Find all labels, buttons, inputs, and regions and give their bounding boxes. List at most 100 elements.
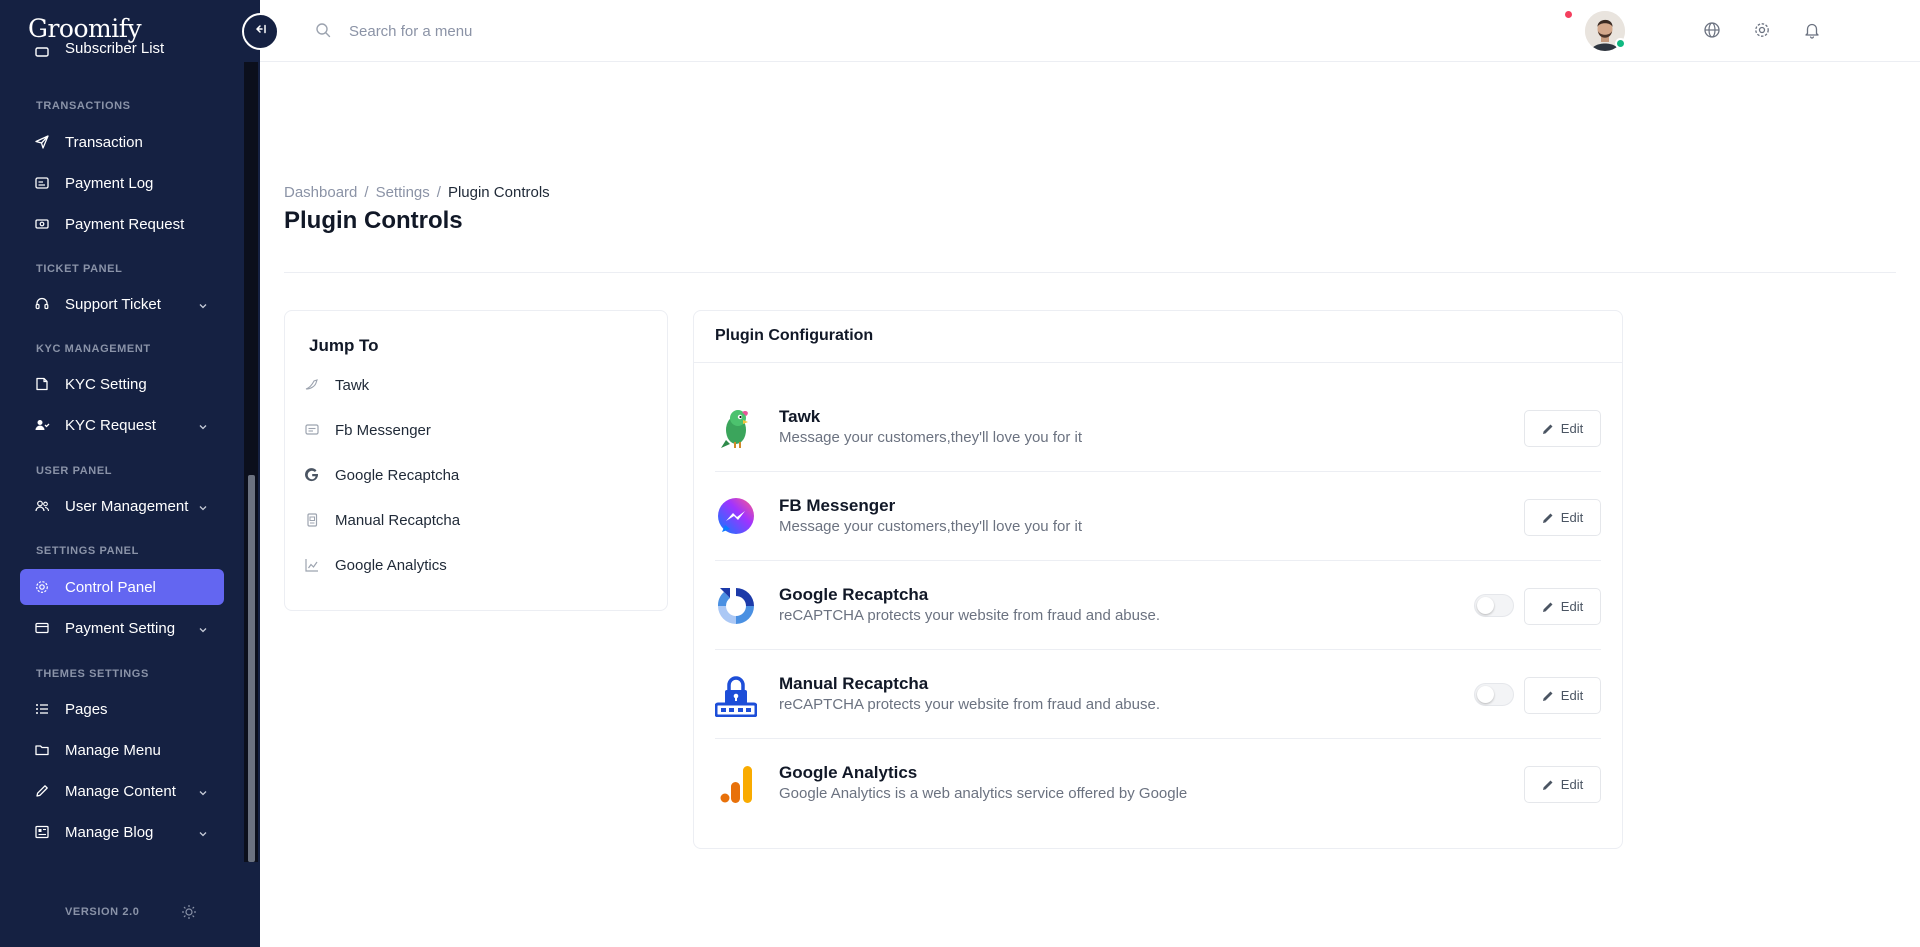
headset-icon — [32, 294, 52, 314]
sidebar-item-label: Manage Blog — [65, 823, 154, 841]
sidebar-item-payment-setting[interactable]: Payment Setting — [20, 610, 224, 646]
sidebar-item-kyc-setting[interactable]: KYC Setting — [20, 366, 224, 402]
sidebar-item-transaction[interactable]: Transaction — [20, 124, 224, 160]
jump-link-label: Fb Messenger — [335, 421, 431, 439]
collapse-sidebar-icon — [254, 22, 268, 41]
sidebar-item-label: Payment Setting — [65, 619, 176, 637]
plugin-card-header: Plugin Configuration — [694, 311, 1622, 363]
sidebar-item-label: Support Ticket — [65, 295, 161, 313]
edit-button-manual-recaptcha[interactable]: Edit — [1524, 677, 1601, 714]
section-label-ticket-panel: TICKET PANEL — [36, 263, 123, 275]
document-icon — [32, 374, 52, 394]
cash-icon — [32, 214, 52, 234]
section-label-kyc-management: KYC MANAGEMENT — [36, 343, 151, 355]
breadcrumb-settings[interactable]: Settings — [376, 184, 430, 201]
toggle-manual-recaptcha[interactable] — [1474, 683, 1514, 706]
pencil-icon — [1542, 602, 1553, 612]
sidebar-item-control-panel[interactable]: Control Panel — [20, 569, 224, 605]
sidebar-item-label: Manage Content — [65, 782, 176, 800]
sidebar-item-manage-menu[interactable]: Manage Menu — [20, 732, 224, 768]
file-icon — [303, 511, 321, 529]
bell-icon[interactable] — [1803, 21, 1821, 44]
sidebar-item-label: User Management — [65, 497, 189, 515]
edit-button-google-analytics[interactable]: Edit — [1524, 766, 1601, 803]
plugin-description: reCAPTCHA protects your website from fra… — [779, 607, 1161, 624]
plugin-name: FB Messenger — [779, 496, 896, 515]
chevron-down-icon — [198, 500, 208, 517]
plugin-row-manual-recaptcha: Manual Recaptcha reCAPTCHA protects your… — [715, 650, 1601, 739]
users-icon — [32, 42, 52, 62]
sidebar-item-manage-content[interactable]: Manage Content — [20, 773, 224, 809]
plugin-description: Google Analytics is a web analytics serv… — [779, 785, 1188, 802]
sidebar-item-label: KYC Request — [65, 416, 156, 434]
sidebar-item-label: Control Panel — [65, 578, 156, 596]
jump-link-manual-recaptcha[interactable]: Manual Recaptcha — [303, 508, 460, 532]
send-icon — [32, 132, 52, 152]
breadcrumb: Dashboard / Settings / Plugin Controls — [284, 184, 550, 201]
app-logo[interactable]: Groomify — [28, 14, 142, 43]
plugin-row-google-recaptcha: Google Recaptcha reCAPTCHA protects your… — [715, 561, 1601, 650]
messenger-logo-icon — [715, 494, 757, 540]
plugin-row-fb-messenger: FB Messenger Message your customers,they… — [715, 472, 1601, 561]
section-label-transactions: TRANSACTIONS — [36, 100, 131, 112]
edit-label: Edit — [1560, 777, 1584, 792]
edit-label: Edit — [1560, 510, 1584, 525]
sidebar-item-user-management[interactable]: User Management — [20, 488, 224, 524]
jump-link-fb-messenger[interactable]: Fb Messenger — [303, 418, 431, 442]
plugin-row-tawk: Tawk Message your customers,they'll love… — [715, 383, 1601, 472]
receipt-icon — [32, 173, 52, 193]
sidebar-item-support-ticket[interactable]: Support Ticket — [20, 286, 224, 322]
notification-badge — [1565, 11, 1572, 18]
edit-button-fb-messenger[interactable]: Edit — [1524, 499, 1601, 536]
pencil-icon — [1542, 424, 1553, 434]
lock-password-icon — [715, 672, 757, 718]
jump-to-title: Jump To — [309, 336, 379, 355]
toggle-google-recaptcha[interactable] — [1474, 594, 1514, 617]
jump-link-label: Tawk — [335, 376, 370, 394]
toggle-knob — [1477, 686, 1494, 703]
breadcrumb-dashboard[interactable]: Dashboard — [284, 184, 357, 201]
section-label-settings-panel: SETTINGS PANEL — [36, 545, 139, 557]
plugin-row-google-analytics: Google Analytics Google Analytics is a w… — [715, 739, 1601, 828]
edit-button-google-recaptcha[interactable]: Edit — [1524, 588, 1601, 625]
collapse-sidebar-button[interactable] — [242, 13, 279, 50]
tawk-bird-icon — [303, 376, 321, 394]
jump-link-label: Google Recaptcha — [335, 466, 460, 484]
newspaper-icon — [32, 822, 52, 842]
chevron-down-icon — [198, 298, 208, 315]
edit-label: Edit — [1560, 599, 1584, 614]
plugin-description: Message your customers,they'll love you … — [779, 518, 1082, 535]
plugin-name: Tawk — [779, 407, 821, 426]
tawk-logo-icon — [715, 405, 757, 451]
jump-link-google-analytics[interactable]: Google Analytics — [303, 553, 447, 577]
sidebar-item-subscriber-list[interactable]: Subscriber List — [20, 42, 224, 62]
plugin-name: Manual Recaptcha — [779, 674, 929, 693]
online-status-indicator — [1615, 38, 1626, 49]
message-icon — [303, 421, 321, 439]
chevron-down-icon — [198, 622, 208, 639]
jump-link-google-recaptcha[interactable]: Google Recaptcha — [303, 463, 459, 487]
jump-link-tawk[interactable]: Tawk — [303, 373, 369, 397]
plugin-name: Google Analytics — [779, 763, 918, 782]
toggle-knob — [1477, 597, 1494, 614]
globe-icon[interactable] — [1703, 21, 1721, 44]
chevron-down-icon — [198, 826, 208, 843]
gear-icon[interactable] — [1753, 21, 1771, 44]
sun-icon[interactable] — [181, 904, 197, 925]
plugin-description: Message your customers,they'll love you … — [779, 429, 1082, 446]
sidebar-item-kyc-request[interactable]: KYC Request — [20, 407, 224, 443]
topbar — [260, 0, 1920, 62]
page-title: Plugin Controls — [284, 207, 463, 234]
sidebar-scrollbar-thumb[interactable] — [248, 475, 255, 862]
pencil-icon — [32, 781, 52, 801]
edit-button-tawk[interactable]: Edit — [1524, 410, 1601, 447]
jump-link-label: Google Analytics — [335, 556, 447, 574]
sidebar-item-manage-blog[interactable]: Manage Blog — [20, 814, 224, 850]
plugin-card-title: Plugin Configuration — [715, 327, 874, 344]
plugin-name: Google Recaptcha — [779, 585, 929, 604]
sidebar-item-pages[interactable]: Pages — [20, 691, 224, 727]
sidebar-item-payment-request[interactable]: Payment Request — [20, 206, 224, 242]
plugin-configuration-card: Plugin Configuration Tawk Message your c… — [693, 310, 1623, 849]
sidebar-item-payment-log[interactable]: Payment Log — [20, 165, 224, 201]
search-input[interactable] — [349, 16, 749, 46]
